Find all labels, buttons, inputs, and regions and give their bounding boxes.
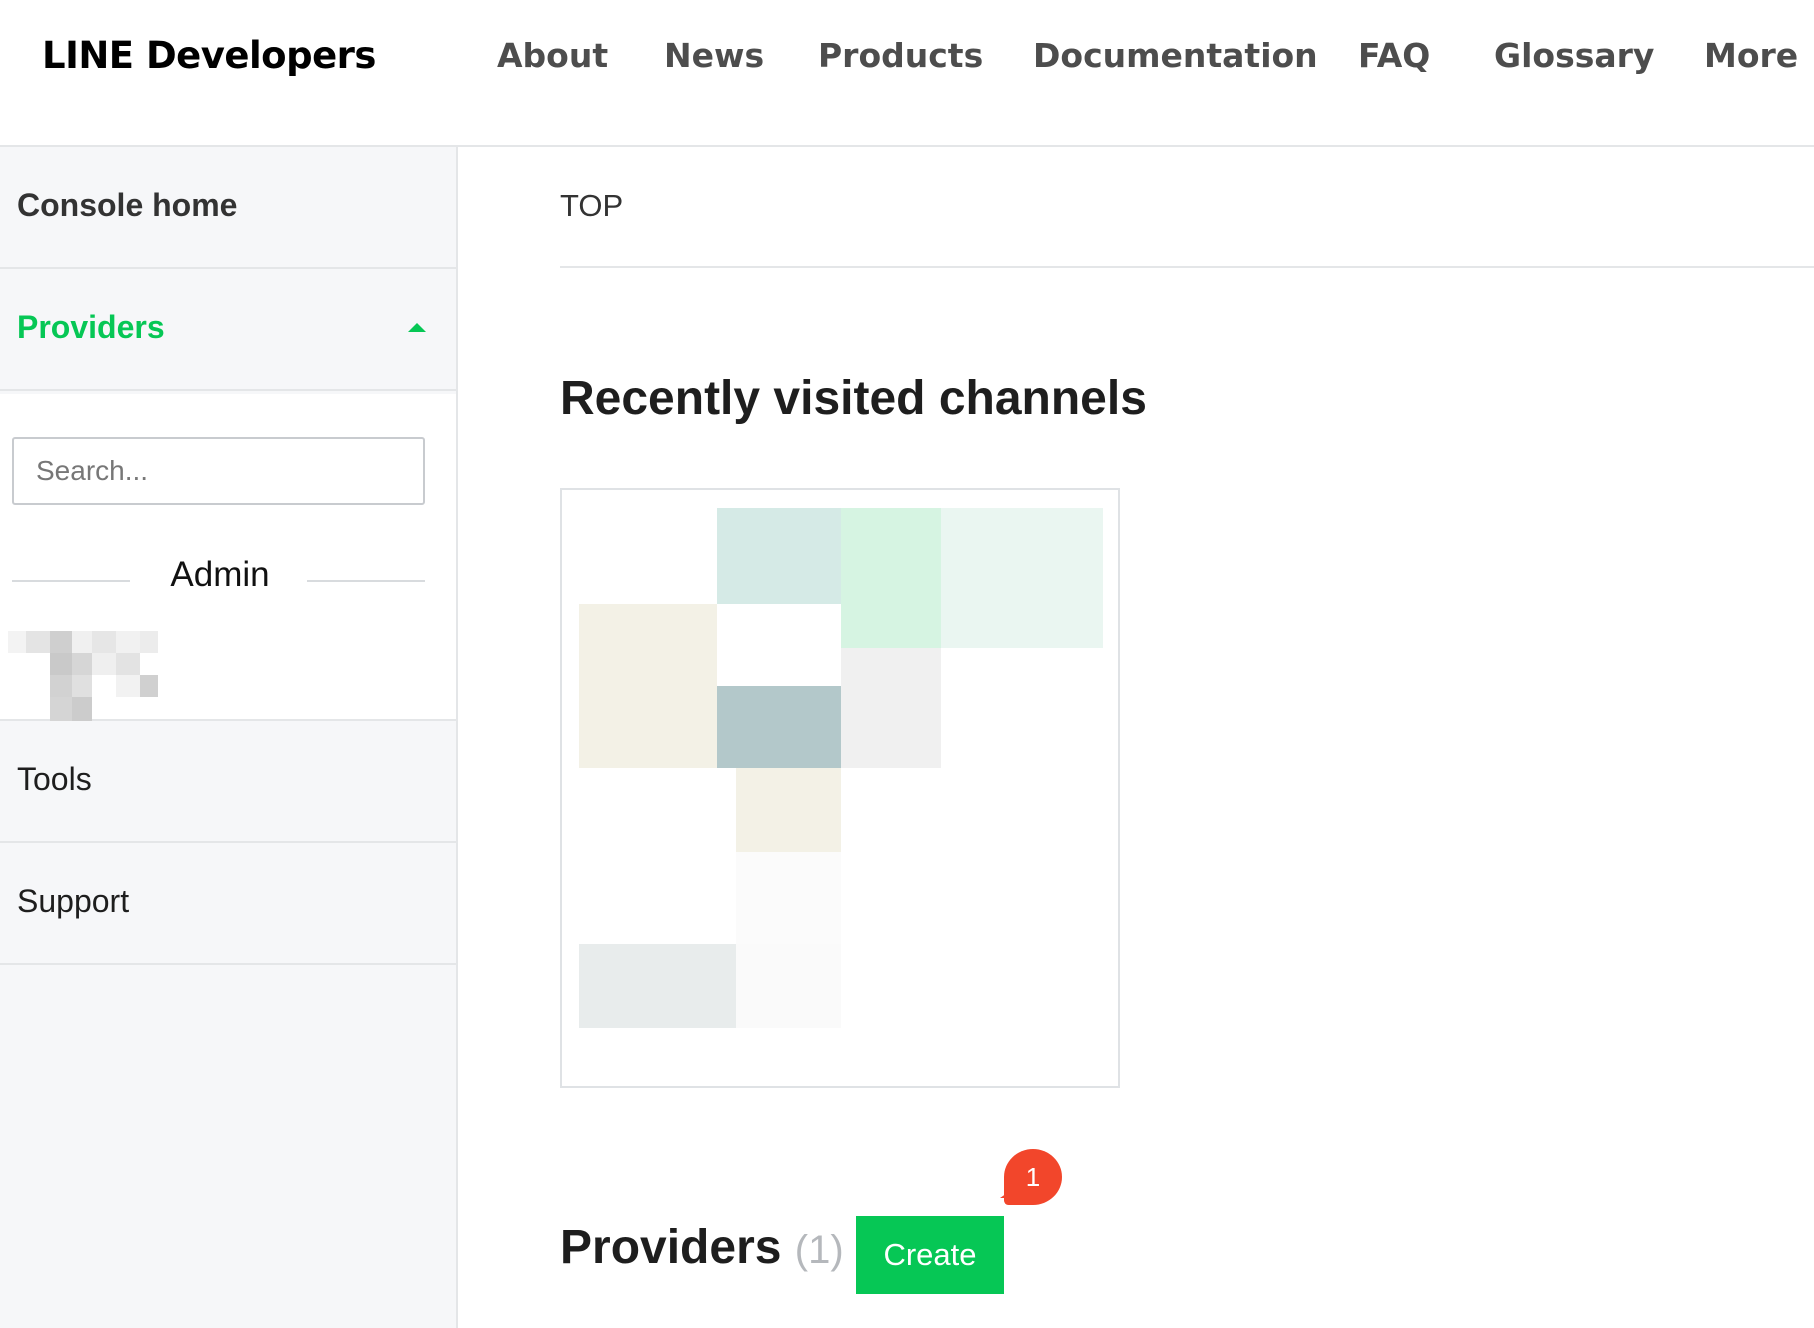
sidebar-item-label: Console home (17, 187, 238, 223)
channel-thumbnail-block (579, 944, 736, 1028)
provider-avatar-pixelated[interactable] (8, 631, 178, 723)
channel-thumbnail-block (941, 508, 1103, 648)
providers-count: (1) (794, 1228, 844, 1272)
channel-thumbnail-block (736, 944, 841, 1028)
sidebar-item-providers[interactable]: Providers (0, 269, 456, 391)
channel-thumbnail-block (717, 686, 841, 768)
sidebar: Console home Providers Admin Tools Suppo… (0, 147, 458, 1328)
recent-channel-card[interactable] (560, 488, 1120, 1088)
breadcrumb-divider (560, 266, 1814, 268)
sidebar-item-console-home[interactable]: Console home (0, 147, 456, 269)
top-header: LINE Developers About News Products Docu… (0, 0, 1814, 147)
channel-thumbnail-block (841, 508, 941, 648)
breadcrumb[interactable]: TOP (560, 188, 623, 224)
nav-glossary[interactable]: Glossary (1494, 36, 1654, 80)
line-developers-logo[interactable]: LINE Developers (42, 34, 376, 77)
channel-thumbnail-block (579, 604, 717, 768)
provider-search-input[interactable] (12, 437, 425, 505)
nav-about[interactable]: About (497, 36, 608, 80)
caret-up-icon (408, 323, 426, 332)
divider-right (307, 580, 425, 582)
create-provider-button[interactable]: Create (856, 1216, 1004, 1294)
sidebar-item-tools[interactable]: Tools (0, 721, 456, 843)
nav-documentation[interactable]: Documentation (1033, 36, 1318, 80)
notification-badge: 1 (1004, 1149, 1062, 1205)
channel-thumbnail-block (717, 508, 841, 604)
nav-more[interactable]: More (1704, 36, 1798, 80)
sidebar-item-label: Support (17, 883, 130, 919)
channel-thumbnail-block (736, 852, 841, 944)
nav-news[interactable]: News (664, 36, 764, 80)
providers-heading: Providers (1) (560, 1220, 844, 1275)
recent-channels-heading: Recently visited channels (560, 372, 1147, 425)
sidebar-item-label: Tools (17, 761, 92, 797)
channel-thumbnail-block (736, 768, 841, 852)
sidebar-item-support[interactable]: Support (0, 843, 456, 965)
providers-heading-label: Providers (560, 1221, 782, 1274)
sidebar-item-label: Providers (17, 309, 165, 345)
nav-faq[interactable]: FAQ (1358, 36, 1430, 80)
channel-thumbnail-block (841, 648, 941, 768)
nav-products[interactable]: Products (818, 36, 983, 80)
admin-section-label: Admin (170, 555, 270, 594)
